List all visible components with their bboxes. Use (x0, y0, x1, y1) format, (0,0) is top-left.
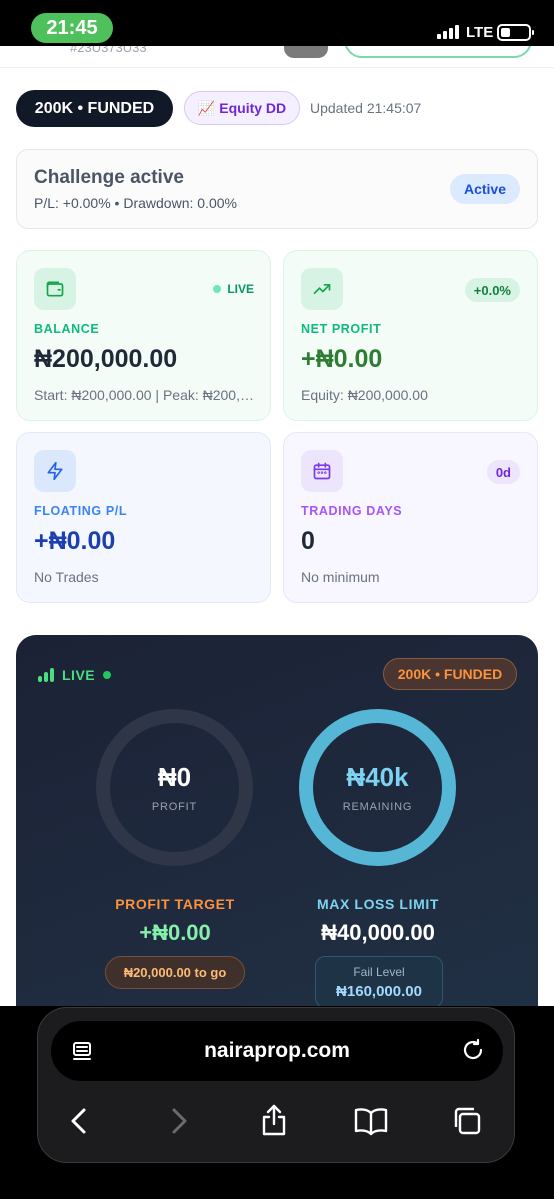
days-badge: 0d (486, 460, 520, 484)
fail-level-box: Fail Level ₦160,000.00 (315, 956, 443, 1008)
equity-sub: Equity: ₦200,000.00 (301, 387, 428, 403)
profit-ring-caption: PROFIT (151, 801, 198, 813)
equity-dd-badge[interactable]: 📈 Equity DD (184, 91, 300, 125)
live-label: LIVE (227, 282, 254, 296)
network-label: LTE (466, 24, 494, 41)
balance-label: BALANCE (34, 322, 100, 336)
trading-days-label: TRADING DAYS (301, 504, 403, 518)
floating-label: FLOATING P/L (34, 504, 128, 518)
live-dot-icon (213, 285, 222, 293)
trading-days-card: 0d TRADING DAYS 0 No minimum (283, 432, 538, 603)
fail-level-value: ₦160,000.00 (336, 983, 422, 1000)
live-dot-icon (103, 671, 112, 679)
net-profit-card: +0.0% NET PROFIT +₦0.00 Equity: ₦200,000… (283, 250, 538, 421)
profit-ring: ₦0 PROFIT (96, 709, 253, 866)
updated-timestamp: Updated 21:45:07 (310, 100, 422, 116)
floating-pl-card: FLOATING P/L +₦0.00 No Trades (16, 432, 271, 603)
status-badge: Active (450, 174, 520, 204)
live-status: LIVE (38, 667, 112, 683)
profit-target-value: +₦0.00 (139, 920, 211, 945)
max-loss-value: ₦40,000.00 (321, 920, 435, 945)
signal-bars-icon (38, 668, 54, 682)
status-bar: 21:45 LTE (0, 0, 554, 46)
live-indicator: LIVE (213, 282, 254, 296)
net-profit-value: +₦0.00 (301, 345, 383, 373)
lightning-icon (34, 450, 76, 492)
challenge-status-card: Challenge active P/L: +0.00% • Drawdown:… (16, 149, 538, 229)
battery-icon (497, 24, 534, 41)
trading-days-value: 0 (301, 527, 315, 555)
bookmarks-icon[interactable] (352, 1104, 390, 1138)
loss-ring-caption: REMAINING (342, 801, 413, 813)
wallet-icon (34, 268, 76, 310)
back-icon[interactable] (64, 1106, 94, 1136)
live-panel: LIVE 200K • FUNDED ₦0 PROFIT ₦40k REMAIN… (16, 635, 538, 1055)
max-loss-label: MAX LOSS LIMIT (317, 896, 439, 912)
challenge-subtitle: P/L: +0.00% • Drawdown: 0.00% (34, 195, 237, 211)
trading-days-sub: No minimum (301, 569, 380, 585)
balance-card: BALANCE ₦200,000.00 Start: ₦200,000.00 |… (16, 250, 271, 421)
account-number: #23U373U33 (70, 46, 147, 55)
balance-value: ₦200,000.00 (34, 345, 178, 373)
fail-level-label: Fail Level (353, 965, 405, 979)
header-action-button[interactable] (344, 46, 532, 58)
signal-icon (437, 25, 459, 39)
chart-emoji-icon: 📈 (197, 99, 216, 116)
profit-to-go-badge: ₦20,000.00 to go (105, 956, 245, 989)
balance-sub: Start: ₦200,000.00 | Peak: ₦200,000.00 (34, 387, 258, 403)
status-time: 21:45 (31, 13, 113, 43)
loss-ring: ₦40k REMAINING (299, 709, 456, 866)
calendar-icon (301, 450, 343, 492)
profit-percent-badge: +0.0% (464, 278, 520, 302)
app-header: #23U373U33 (0, 46, 554, 68)
live-panel-label: LIVE (62, 667, 96, 683)
loss-ring-value: ₦40k (346, 762, 409, 792)
header-button[interactable] (284, 46, 328, 58)
profit-ring-value: ₦0 (157, 762, 192, 792)
trending-up-icon (301, 268, 343, 310)
floating-value: +₦0.00 (34, 527, 116, 555)
share-icon[interactable] (257, 1102, 291, 1138)
forward-icon[interactable] (164, 1106, 194, 1136)
tabs-icon[interactable] (450, 1104, 484, 1138)
net-profit-label: NET PROFIT (301, 322, 382, 336)
funded-badge: 200K • FUNDED (16, 90, 173, 127)
equity-dd-label: Equity DD (219, 100, 287, 116)
panel-funded-badge: 200K • FUNDED (383, 658, 517, 690)
reload-icon[interactable] (459, 1036, 487, 1064)
profit-target-label: PROFIT TARGET (115, 896, 235, 912)
floating-sub: No Trades (34, 569, 99, 585)
challenge-title: Challenge active (34, 167, 184, 188)
